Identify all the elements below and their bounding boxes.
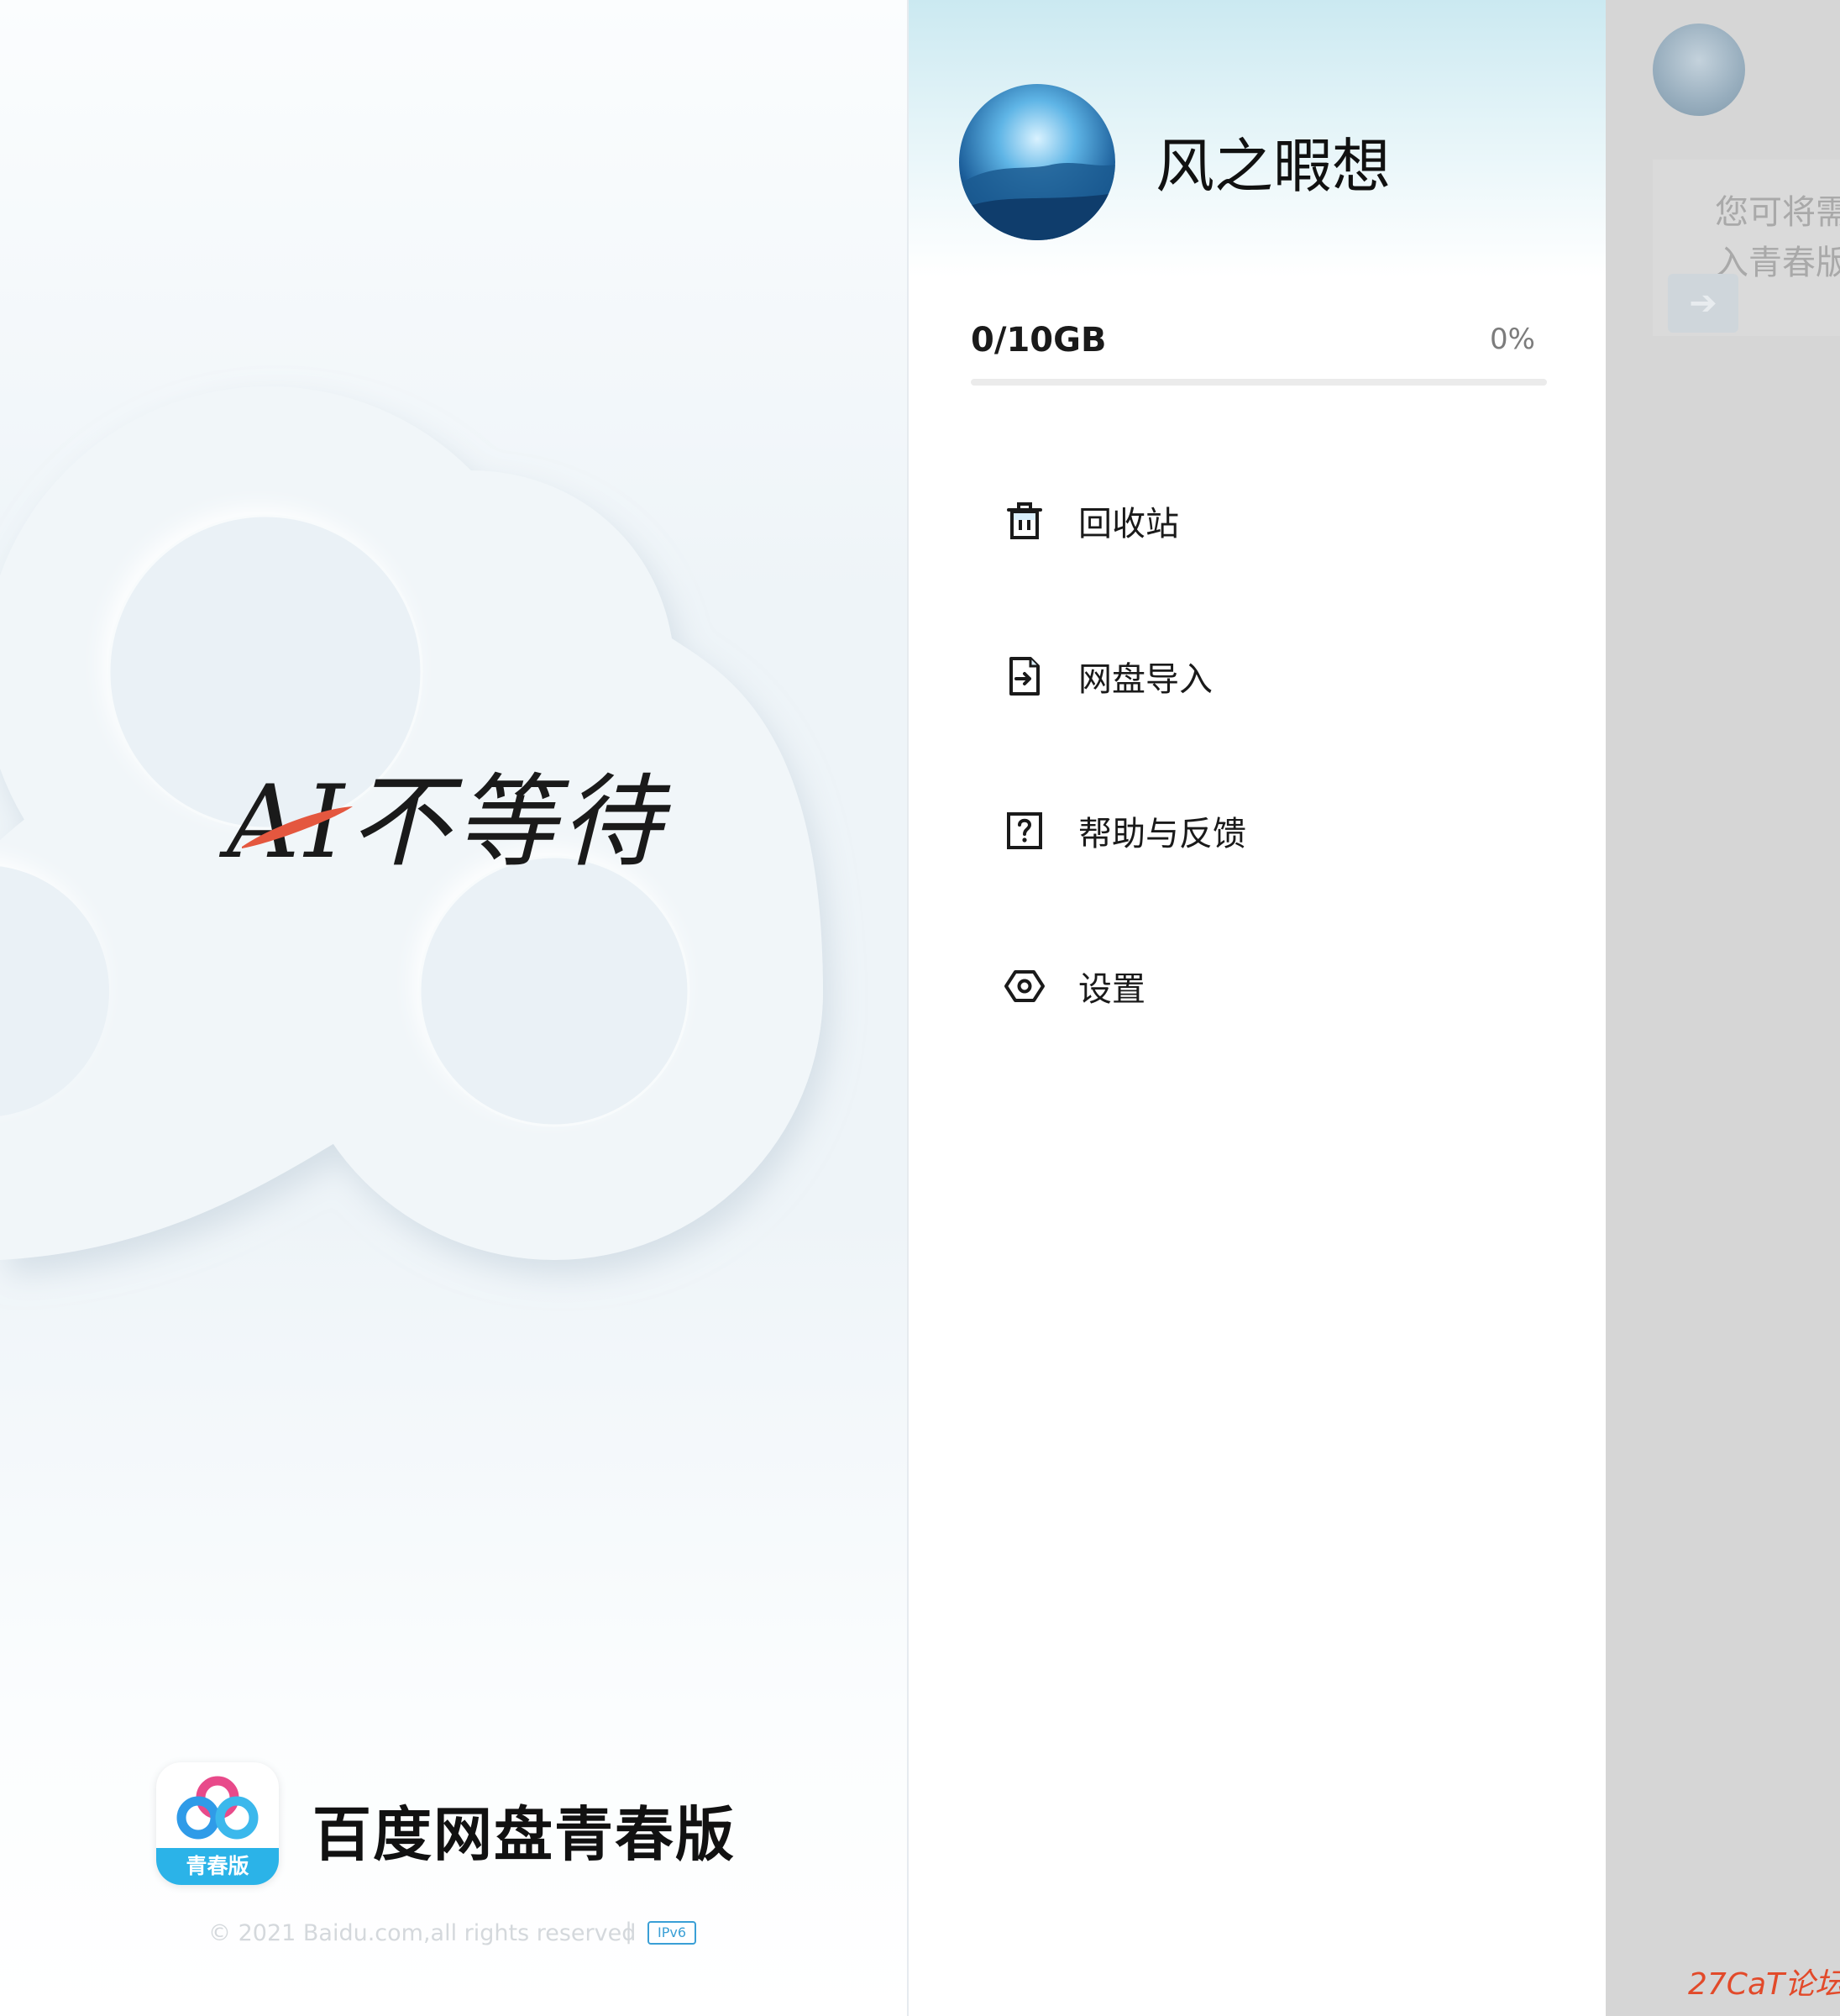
help-icon <box>1001 807 1048 854</box>
copyright-separator: | <box>625 1919 633 1945</box>
storage-percent: 0% <box>1490 323 1535 356</box>
menu-item-help-feedback[interactable]: 帮助与反馈 <box>1001 793 1572 869</box>
copyright-text: © 2021 Baidu.com,all rights reserved <box>208 1920 637 1946</box>
slogan: AI不等待 <box>227 731 680 916</box>
baidu-cloud-logo-icon <box>176 1776 259 1840</box>
dimmed-background-page[interactable]: 您可将需 入青春版 ➔ <box>1606 0 1840 2016</box>
username: 风之暇想 <box>1156 132 1391 201</box>
storage-progress-bar <box>971 379 1547 386</box>
slogan-brush-stroke <box>242 806 353 848</box>
forum-watermark: 27CaT论坛 <box>1688 1967 1840 2002</box>
background-avatar <box>1653 24 1745 116</box>
app-logo-badge: 青春版 <box>156 1848 279 1885</box>
menu-item-recycle-bin[interactable]: 回收站 <box>1001 483 1572 559</box>
settings-hexagon-icon <box>1001 963 1048 1010</box>
menu-item-label: 回收站 <box>1078 505 1179 543</box>
ipv6-badge: IPv6 <box>647 1921 696 1945</box>
trash-icon <box>1001 497 1048 544</box>
drawer-header: 风之暇想 <box>909 0 1607 277</box>
menu-item-import[interactable]: 网盘导入 <box>1001 638 1572 714</box>
app-name: 百度网盘青春版 <box>312 1800 736 1869</box>
menu-item-label: 网盘导入 <box>1078 660 1213 699</box>
storage-used: 0/10GB <box>971 321 1107 360</box>
splash-panel: AI不等待 青春版 百度网盘青春版 © 2021 Baidu.com,all r… <box>0 0 907 2016</box>
menu-item-label: 设置 <box>1078 970 1145 1009</box>
background-text-line: 您可将需 <box>1715 193 1840 232</box>
arrow-right-icon: ➔ <box>1668 274 1738 333</box>
menu-item-settings[interactable]: 设置 <box>1001 948 1572 1024</box>
avatar[interactable] <box>959 84 1115 240</box>
menu-item-label: 帮助与反馈 <box>1078 815 1246 853</box>
navigation-drawer: 风之暇想 0/10GB 0% 回收站 网盘导入 帮助与反馈 设置 <box>907 0 1607 2016</box>
cloud-watermark-logo <box>0 386 823 1260</box>
file-import-icon <box>1001 653 1048 700</box>
app-logo: 青春版 <box>156 1762 279 1885</box>
avatar-image <box>959 84 1115 240</box>
